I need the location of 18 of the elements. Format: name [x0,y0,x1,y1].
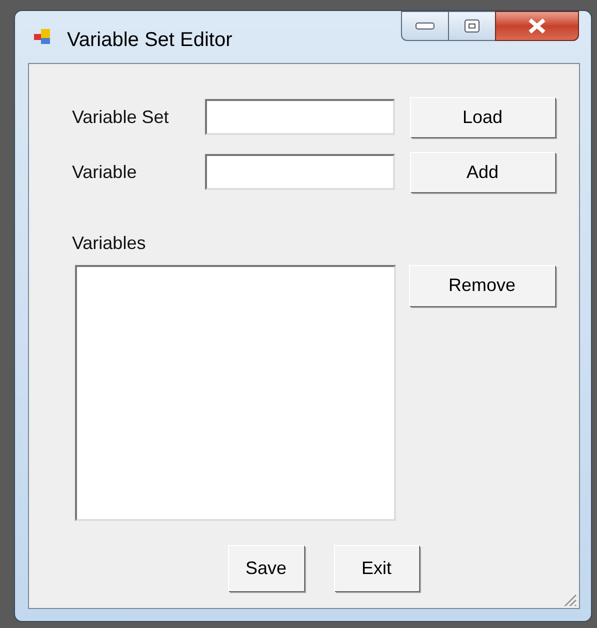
close-button[interactable] [495,11,579,41]
close-icon [527,18,547,34]
maximize-button[interactable] [449,11,495,41]
input-field[interactable] [205,154,395,190]
action-button[interactable]: Add [410,152,555,192]
dialog-button[interactable]: Save [228,545,304,591]
action-button[interactable]: Load [410,97,555,137]
minimize-icon [415,22,435,30]
list-label: Variables [72,233,146,253]
input-field[interactable] [205,99,395,135]
remove-button[interactable]: Remove [409,265,555,306]
maximize-icon [464,19,480,33]
dialog-button[interactable]: Exit [334,545,419,591]
minimize-button[interactable] [401,11,449,41]
field-label: Variable [72,160,138,184]
field-label: Variable Set [72,106,170,128]
window-title: Variable Set Editor [67,28,232,53]
app-icon [33,27,53,47]
